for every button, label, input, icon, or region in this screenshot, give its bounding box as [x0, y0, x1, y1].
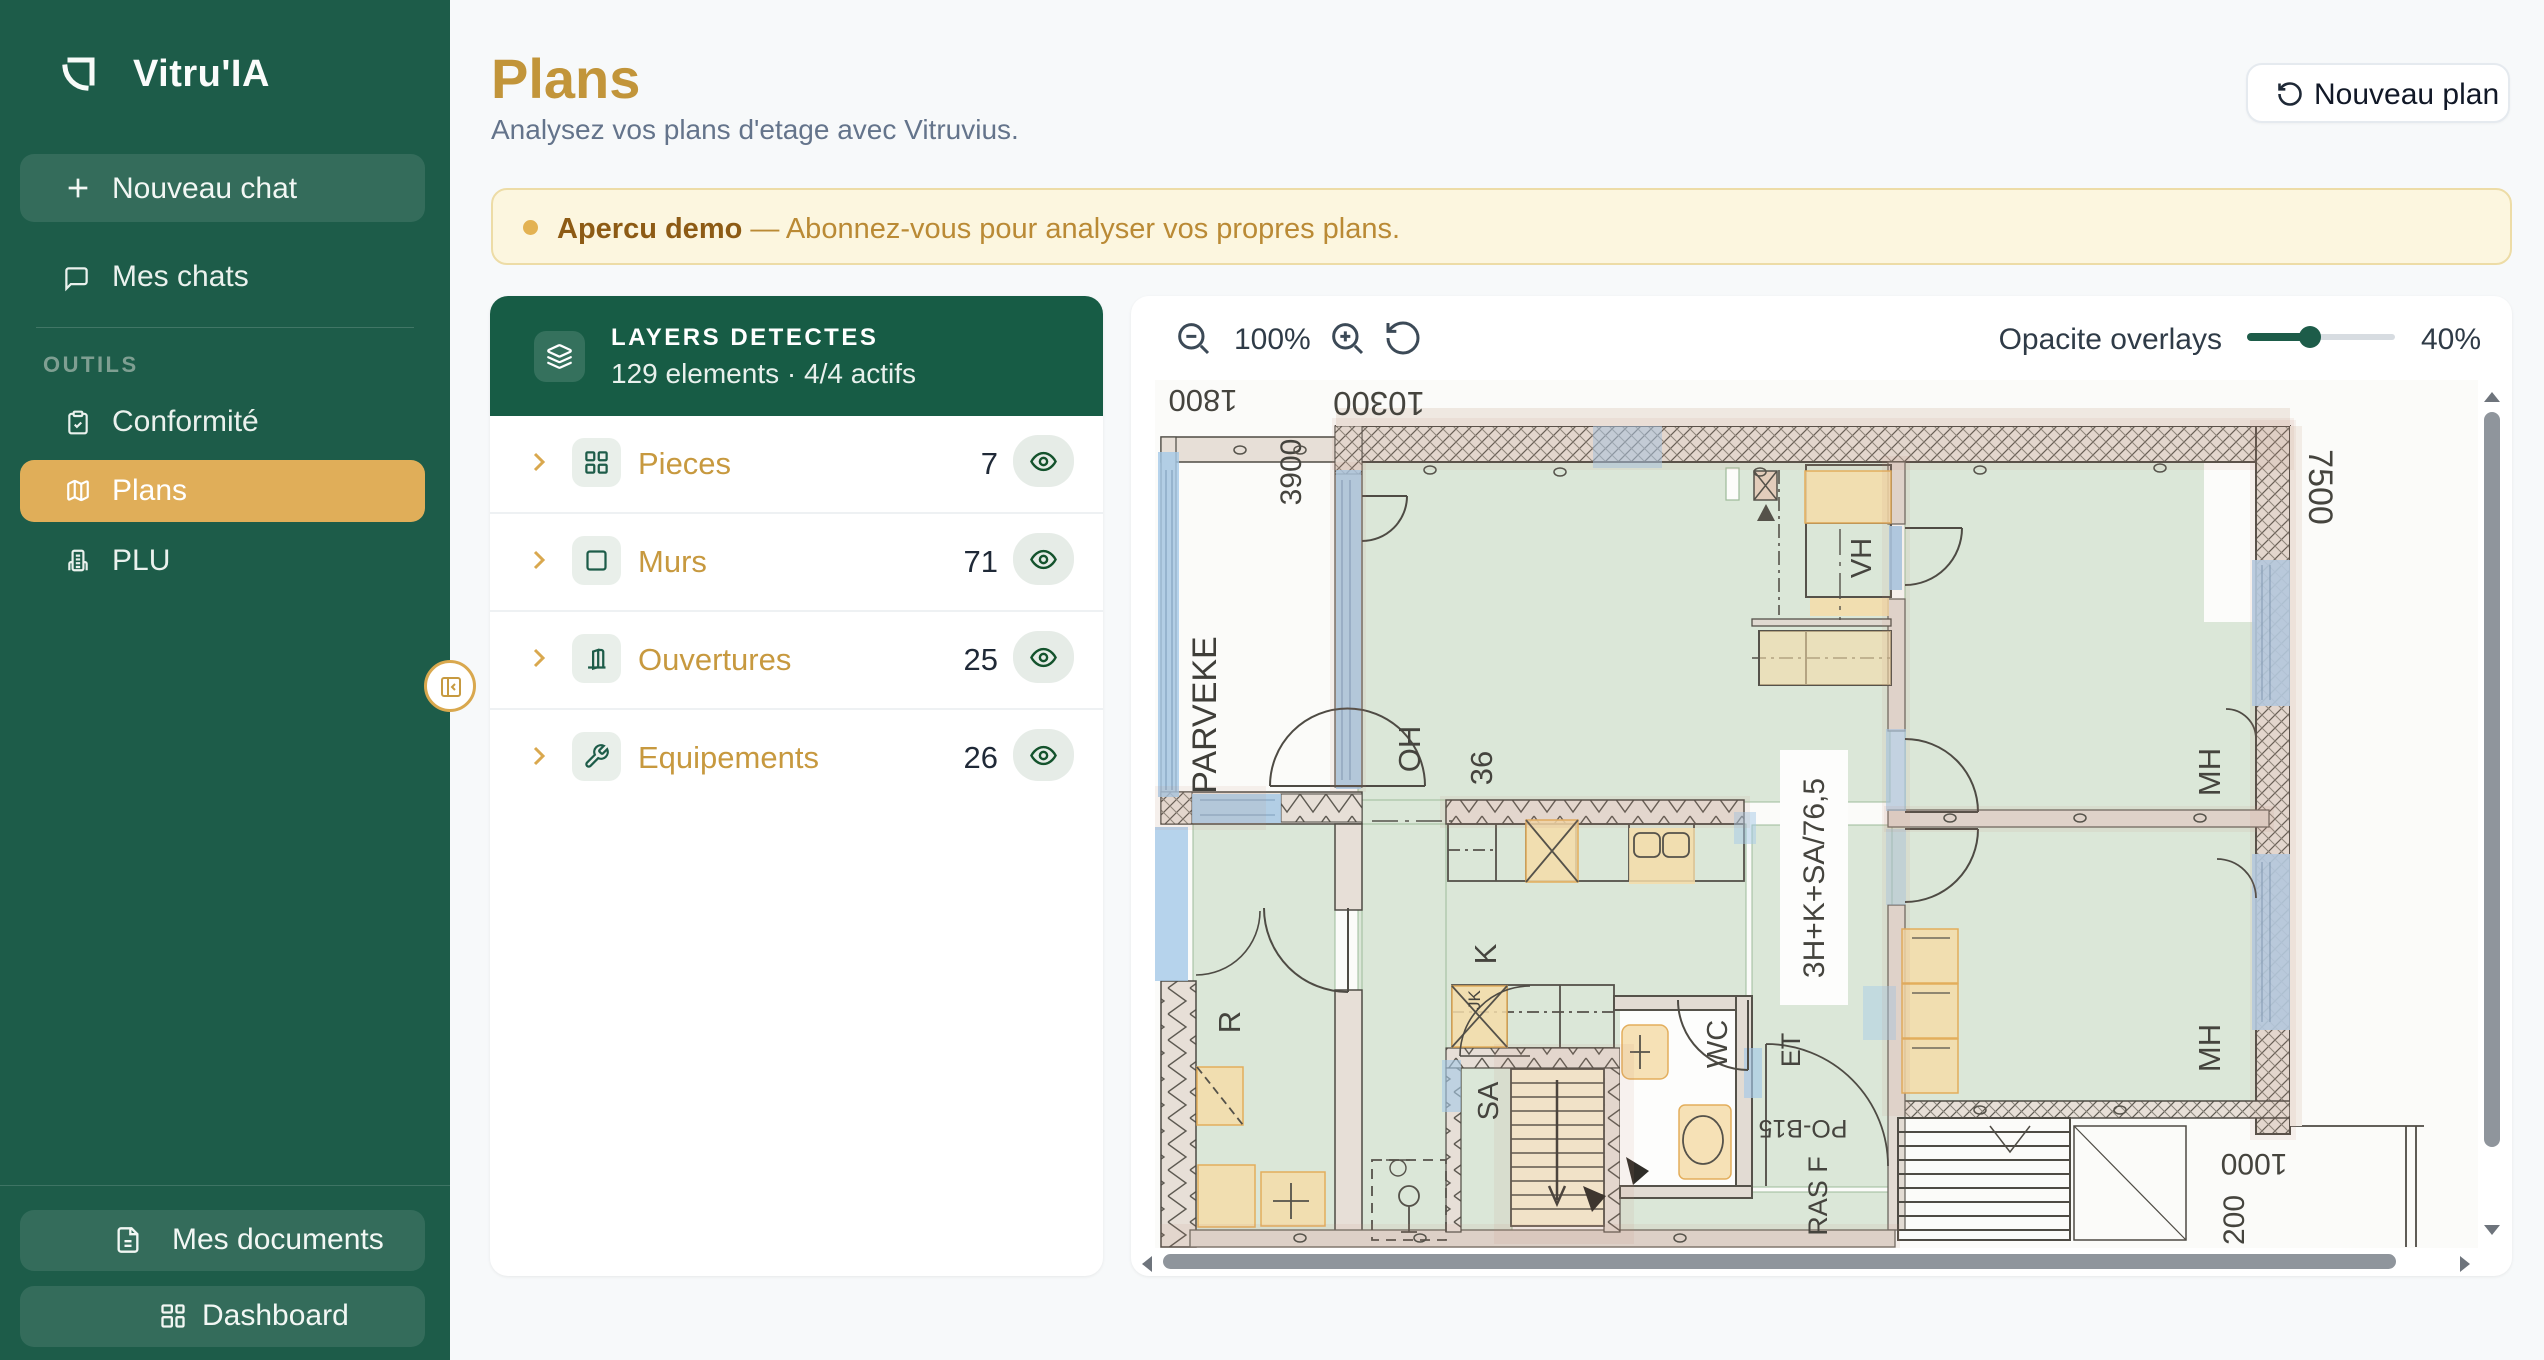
- svg-text:36: 36: [1464, 751, 1499, 785]
- svg-text:7500: 7500: [2301, 449, 2339, 525]
- svg-text:JK: JK: [1465, 990, 1484, 1011]
- svg-text:MH: MH: [2192, 748, 2227, 796]
- svg-text:PO-B15: PO-B15: [1759, 1114, 1848, 1142]
- svg-text:OH: OH: [1392, 726, 1427, 773]
- svg-text:1000: 1000: [2221, 1147, 2288, 1180]
- svg-text:SA: SA: [1473, 1081, 1505, 1120]
- svg-text:PARVEKE: PARVEKE: [1186, 636, 1224, 793]
- svg-text:200: 200: [2218, 1195, 2251, 1245]
- svg-text:ET: ET: [1776, 1033, 1806, 1068]
- svg-text:10300: 10300: [1333, 385, 1425, 422]
- svg-text:WC: WC: [1702, 1020, 1734, 1068]
- svg-text:3H+K+SA/76,5: 3H+K+SA/76,5: [1798, 778, 1831, 978]
- svg-text:R: R: [1212, 1011, 1247, 1033]
- svg-text:RAS F: RAS F: [1803, 1156, 1833, 1236]
- svg-text:1800: 1800: [1169, 383, 1238, 418]
- svg-text:MH: MH: [2192, 1024, 2227, 1072]
- svg-text:K: K: [1468, 943, 1503, 964]
- svg-text:VH: VH: [1846, 538, 1878, 578]
- svg-text:3900: 3900: [1275, 439, 1308, 506]
